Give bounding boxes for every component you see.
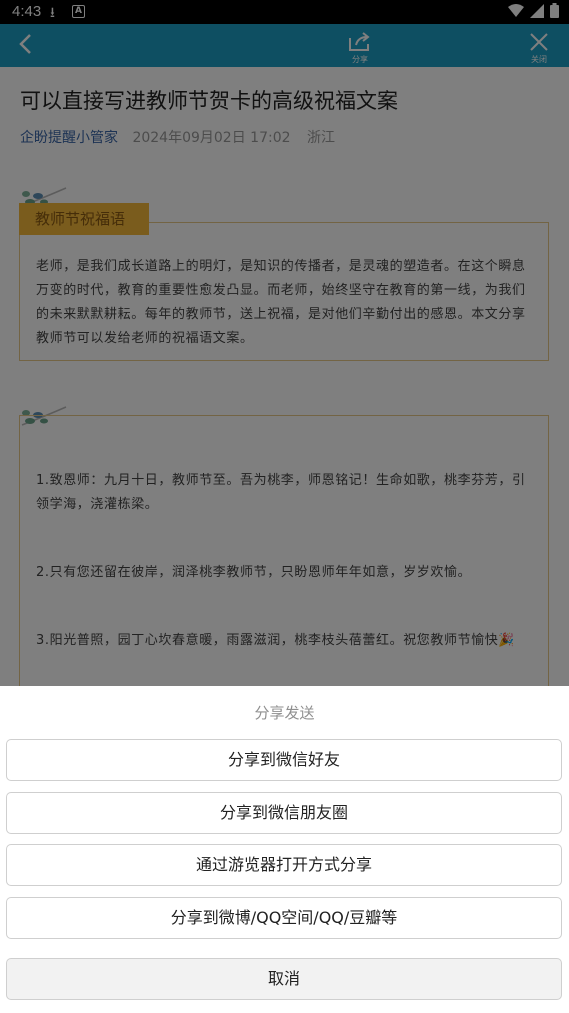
share-sheet-title: 分享发送: [254, 704, 315, 722]
cancel-button[interactable]: 取消: [6, 958, 562, 1000]
share-wechat-friend-button[interactable]: 分享到微信好友: [6, 739, 562, 781]
dim-overlay[interactable]: [0, 0, 569, 686]
share-browser-button[interactable]: 通过游览器打开方式分享: [6, 844, 562, 886]
share-sheet: 分享发送 分享到微信好友 分享到微信朋友圈 通过游览器打开方式分享 分享到微博/…: [0, 686, 569, 1013]
share-wechat-moments-button[interactable]: 分享到微信朋友圈: [6, 792, 562, 834]
share-weibo-qq-douban-button[interactable]: 分享到微博/QQ空间/QQ/豆瓣等: [6, 897, 562, 939]
